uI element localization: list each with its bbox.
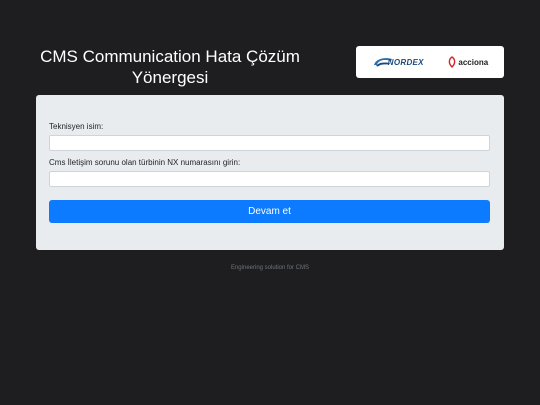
- acciona-logo: acciona: [447, 56, 488, 68]
- form-card: Teknisyen isim: Cms İletişim sorunu olan…: [36, 95, 504, 250]
- turbine-number-label: Cms İletişim sorunu olan türbinin NX num…: [49, 158, 241, 167]
- footer-text: Engineering solution for CMS: [230, 265, 310, 271]
- nordex-logo: NORDEX: [372, 56, 424, 68]
- technician-name-label: Teknisyen isim:: [49, 122, 104, 131]
- acciona-leaf-icon: [449, 56, 456, 68]
- page: CMS Communication Hata Çözüm Yönergesi N…: [0, 0, 540, 405]
- nordex-logo-text: NORDEX: [387, 57, 424, 67]
- continue-button[interactable]: Devam et: [49, 200, 490, 223]
- acciona-logo-text: acciona: [458, 57, 489, 67]
- partner-logos: NORDEX acciona: [356, 46, 504, 78]
- turbine-number-input[interactable]: [49, 171, 490, 187]
- page-title: CMS Communication Hata Çözüm Yönergesi: [40, 47, 300, 87]
- technician-name-input[interactable]: [49, 135, 490, 151]
